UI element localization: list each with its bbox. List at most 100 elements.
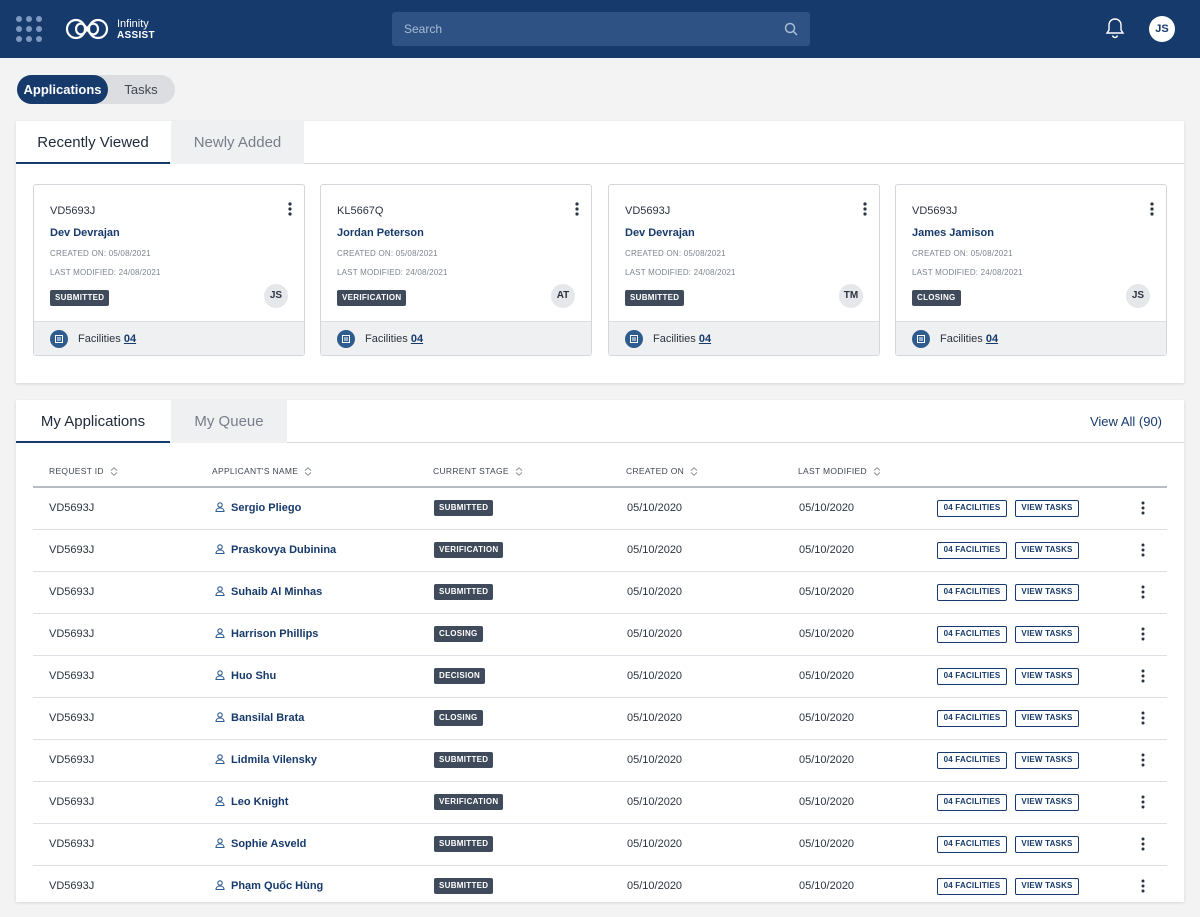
last-modified: 05/10/2020 xyxy=(799,754,855,766)
sort-icon[interactable] xyxy=(110,467,118,477)
tab-newly-added[interactable]: Newly Added xyxy=(171,121,304,164)
card-applicant-name[interactable]: Dev Devrajan xyxy=(50,227,120,239)
created-on: 05/10/2020 xyxy=(627,544,683,556)
more-options-icon[interactable] xyxy=(1141,543,1145,557)
table-row[interactable]: VD5693J Suhaib Al Minhas SUBMITTED 05/10… xyxy=(33,572,1167,614)
sort-icon[interactable] xyxy=(304,467,312,477)
card-applicant-name[interactable]: James Jamison xyxy=(912,227,994,239)
more-options-icon[interactable] xyxy=(1141,795,1145,809)
sort-icon[interactable] xyxy=(873,467,881,477)
more-options-icon[interactable] xyxy=(1141,879,1145,893)
more-options-icon[interactable] xyxy=(1141,753,1145,767)
view-tasks-button[interactable]: VIEW TASKS xyxy=(1015,878,1079,895)
toggle-applications[interactable]: Applications xyxy=(17,75,108,104)
tab-my-applications[interactable]: My Applications xyxy=(16,400,170,443)
application-card[interactable]: VD5693J James Jamison CREATED ON: 05/08/… xyxy=(895,184,1167,356)
app-grid-icon[interactable] xyxy=(16,16,42,42)
facilities-button[interactable]: 04 FACILITIES xyxy=(937,836,1007,853)
applicant-name-link[interactable]: Phạm Quốc Hùng xyxy=(215,880,323,892)
facilities-button[interactable]: 04 FACILITIES xyxy=(937,710,1007,727)
more-options-icon[interactable] xyxy=(1141,627,1145,641)
facilities-button[interactable]: 04 FACILITIES xyxy=(937,878,1007,895)
more-options-icon[interactable] xyxy=(863,202,867,216)
more-options-icon[interactable] xyxy=(1141,585,1145,599)
sort-icon[interactable] xyxy=(690,467,698,477)
more-options-icon[interactable] xyxy=(1141,669,1145,683)
tab-my-queue[interactable]: My Queue xyxy=(171,400,287,443)
more-options-icon[interactable] xyxy=(1150,202,1154,216)
more-options-icon[interactable] xyxy=(1141,711,1145,725)
applicant-name-link[interactable]: Praskovya Dubinina xyxy=(215,544,336,556)
logo[interactable]: Infinity ASSIST xyxy=(64,14,164,44)
column-header[interactable]: REQUEST ID xyxy=(49,466,118,477)
view-tasks-button[interactable]: VIEW TASKS xyxy=(1015,836,1079,853)
view-tasks-button[interactable]: VIEW TASKS xyxy=(1015,710,1079,727)
table-row[interactable]: VD5693J Sergio Pliego SUBMITTED 05/10/20… xyxy=(33,488,1167,530)
view-tasks-button[interactable]: VIEW TASKS xyxy=(1015,626,1079,643)
facilities-button[interactable]: 04 FACILITIES xyxy=(937,542,1007,559)
more-options-icon[interactable] xyxy=(1141,501,1145,515)
facilities-count-link[interactable]: 04 xyxy=(986,333,998,345)
facilities-button[interactable]: 04 FACILITIES xyxy=(937,668,1007,685)
view-tasks-button[interactable]: VIEW TASKS xyxy=(1015,752,1079,769)
facilities-button[interactable]: 04 FACILITIES xyxy=(937,584,1007,601)
column-header[interactable]: LAST MODIFIED xyxy=(798,466,881,477)
table-row[interactable]: VD5693J Sophie Asveld SUBMITTED 05/10/20… xyxy=(33,824,1167,866)
applicant-name-link[interactable]: Suhaib Al Minhas xyxy=(215,586,322,598)
table-row[interactable]: VD5693J Phạm Quốc Hùng SUBMITTED 05/10/2… xyxy=(33,866,1167,908)
facilities-count-link[interactable]: 04 xyxy=(699,333,711,345)
more-options-icon[interactable] xyxy=(1141,837,1145,851)
card-footer: Facilities 04 xyxy=(896,321,1166,355)
table-row[interactable]: VD5693J Leo Knight VERIFICATION 05/10/20… xyxy=(33,782,1167,824)
applicant-name-link[interactable]: Lidmila Vilensky xyxy=(215,754,317,766)
view-tasks-button[interactable]: VIEW TASKS xyxy=(1015,542,1079,559)
table-row[interactable]: VD5693J Bansilal Brata CLOSING 05/10/202… xyxy=(33,698,1167,740)
table-row[interactable]: VD5693J Praskovya Dubinina VERIFICATION … xyxy=(33,530,1167,572)
facilities-count-link[interactable]: 04 xyxy=(124,333,136,345)
table-row[interactable]: VD5693J Huo Shu DECISION 05/10/2020 05/1… xyxy=(33,656,1167,698)
facilities-button[interactable]: 04 FACILITIES xyxy=(937,794,1007,811)
bell-icon[interactable] xyxy=(1104,17,1126,39)
card-applicant-name[interactable]: Jordan Peterson xyxy=(337,227,424,239)
card-applicant-name[interactable]: Dev Devrajan xyxy=(625,227,695,239)
last-modified: 05/10/2020 xyxy=(799,670,855,682)
applicant-name-text: Bansilal Brata xyxy=(231,712,305,724)
applicant-name-link[interactable]: Sophie Asveld xyxy=(215,838,306,850)
applicant-name-link[interactable]: Leo Knight xyxy=(215,796,288,808)
tab-recently-viewed[interactable]: Recently Viewed xyxy=(16,121,170,164)
user-avatar[interactable]: JS xyxy=(1149,16,1175,42)
column-header[interactable]: CURRENT STAGE xyxy=(433,466,523,477)
application-card[interactable]: VD5693J Dev Devrajan CREATED ON: 05/08/2… xyxy=(33,184,305,356)
view-tasks-button[interactable]: VIEW TASKS xyxy=(1015,794,1079,811)
table-row[interactable]: VD5693J Harrison Phillips CLOSING 05/10/… xyxy=(33,614,1167,656)
search-icon[interactable] xyxy=(784,22,798,36)
toggle-tasks[interactable]: Tasks xyxy=(108,75,174,104)
created-on: 05/10/2020 xyxy=(627,586,683,598)
application-card[interactable]: KL5667Q Jordan Peterson CREATED ON: 05/0… xyxy=(320,184,592,356)
applicant-name-link[interactable]: Huo Shu xyxy=(215,670,276,682)
table-row[interactable]: VD5693J Lidmila Vilensky SUBMITTED 05/10… xyxy=(33,740,1167,782)
sort-icon[interactable] xyxy=(515,467,523,477)
applicant-name-link[interactable]: Sergio Pliego xyxy=(215,502,301,514)
view-tasks-button[interactable]: VIEW TASKS xyxy=(1015,668,1079,685)
view-tasks-button[interactable]: VIEW TASKS xyxy=(1015,500,1079,517)
application-card[interactable]: VD5693J Dev Devrajan CREATED ON: 05/08/2… xyxy=(608,184,880,356)
applicant-name-text: Praskovya Dubinina xyxy=(231,544,337,556)
view-tasks-button[interactable]: VIEW TASKS xyxy=(1015,584,1079,601)
facilities-button[interactable]: 04 FACILITIES xyxy=(937,752,1007,769)
last-modified: 05/10/2020 xyxy=(799,544,855,556)
search-input[interactable] xyxy=(392,12,772,46)
last-modified: 05/10/2020 xyxy=(799,628,855,640)
facilities-icon xyxy=(625,330,643,348)
facilities-button[interactable]: 04 FACILITIES xyxy=(937,626,1007,643)
column-header[interactable]: CREATED ON xyxy=(626,466,698,477)
view-all-link[interactable]: View All (90) xyxy=(1090,414,1162,429)
applicant-name-link[interactable]: Harrison Phillips xyxy=(215,628,318,640)
column-header[interactable]: APPLICANT'S NAME xyxy=(212,466,312,477)
more-options-icon[interactable] xyxy=(288,202,292,216)
more-options-icon[interactable] xyxy=(575,202,579,216)
status-badge: VERIFICATION xyxy=(337,290,407,306)
facilities-button[interactable]: 04 FACILITIES xyxy=(937,500,1007,517)
facilities-count-link[interactable]: 04 xyxy=(411,333,423,345)
applicant-name-link[interactable]: Bansilal Brata xyxy=(215,712,304,724)
